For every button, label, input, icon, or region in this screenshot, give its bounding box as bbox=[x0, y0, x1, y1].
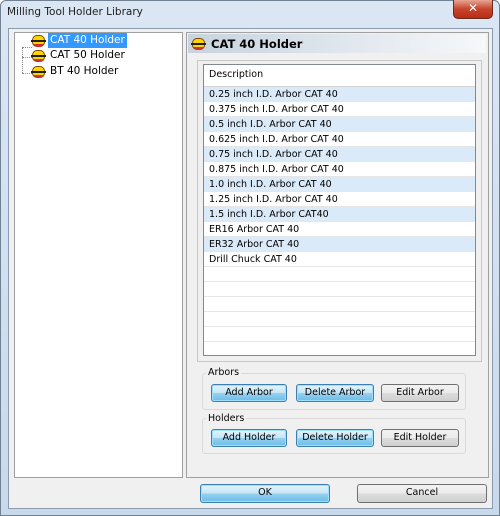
holder-icon bbox=[31, 34, 46, 47]
holder-icon bbox=[191, 37, 206, 50]
delete-arbor-button[interactable]: Delete Arbor bbox=[296, 384, 374, 402]
list-row[interactable]: 0.625 inch I.D. Arbor CAT 40 bbox=[204, 132, 475, 147]
cancel-button[interactable]: Cancel bbox=[357, 484, 487, 503]
list-row[interactable]: 1.5 inch I.D. Arbor CAT40 bbox=[204, 207, 475, 222]
list-row[interactable]: 0.5 inch I.D. Arbor CAT 40 bbox=[204, 117, 475, 132]
tree-item-cat40[interactable]: CAT 40 Holder bbox=[31, 33, 127, 48]
tree-line bbox=[22, 57, 32, 58]
list-row[interactable]: 0.875 inch I.D. Arbor CAT 40 bbox=[204, 162, 475, 177]
delete-holder-button[interactable]: Delete Holder bbox=[296, 429, 374, 447]
empty-row bbox=[204, 267, 475, 282]
holder-tree[interactable] bbox=[14, 32, 183, 478]
close-button[interactable]: ✕ bbox=[453, 0, 493, 19]
list-row[interactable]: 0.375 inch I.D. Arbor CAT 40 bbox=[204, 102, 475, 117]
list-row[interactable]: ER32 Arbor CAT 40 bbox=[204, 237, 475, 252]
list-row[interactable]: 1.25 inch I.D. Arbor CAT 40 bbox=[204, 192, 475, 207]
list-row[interactable]: 0.75 inch I.D. Arbor CAT 40 bbox=[204, 147, 475, 162]
tree-line bbox=[22, 47, 23, 73]
empty-row bbox=[204, 327, 475, 342]
tree-item-bt40[interactable]: BT 40 Holder bbox=[31, 64, 120, 79]
panel-header: CAT 40 Holder bbox=[188, 34, 486, 53]
holder-icon bbox=[31, 65, 46, 78]
empty-row bbox=[204, 297, 475, 312]
empty-row bbox=[204, 282, 475, 297]
panel-title: CAT 40 Holder bbox=[211, 36, 303, 51]
arbor-list[interactable]: Description 0.25 inch I.D. Arbor CAT 40 0… bbox=[203, 64, 476, 356]
add-holder-button[interactable]: Add Holder bbox=[211, 429, 287, 447]
window-title: Milling Tool Holder Library bbox=[7, 6, 143, 18]
empty-row bbox=[204, 312, 475, 327]
list-row[interactable]: ER16 Arbor CAT 40 bbox=[204, 222, 475, 237]
tree-line bbox=[22, 47, 32, 48]
ok-button[interactable]: OK bbox=[200, 484, 330, 503]
holder-icon bbox=[31, 49, 46, 62]
tree-item-cat50[interactable]: CAT 50 Holder bbox=[31, 48, 127, 63]
column-header-description[interactable]: Description bbox=[204, 65, 475, 87]
empty-row bbox=[204, 342, 475, 355]
tree-line bbox=[22, 73, 32, 74]
edit-arbor-button[interactable]: Edit Arbor bbox=[381, 384, 459, 402]
add-arbor-button[interactable]: Add Arbor bbox=[211, 384, 287, 402]
list-row[interactable]: Drill Chuck CAT 40 bbox=[204, 252, 475, 267]
list-row[interactable]: 0.25 inch I.D. Arbor CAT 40 bbox=[204, 87, 475, 102]
arbors-group-label: Arbors bbox=[206, 367, 242, 378]
holders-group-label: Holders bbox=[206, 413, 247, 424]
list-row[interactable]: 1.0 inch I.D. Arbor CAT 40 bbox=[204, 177, 475, 192]
edit-holder-button[interactable]: Edit Holder bbox=[381, 429, 459, 447]
